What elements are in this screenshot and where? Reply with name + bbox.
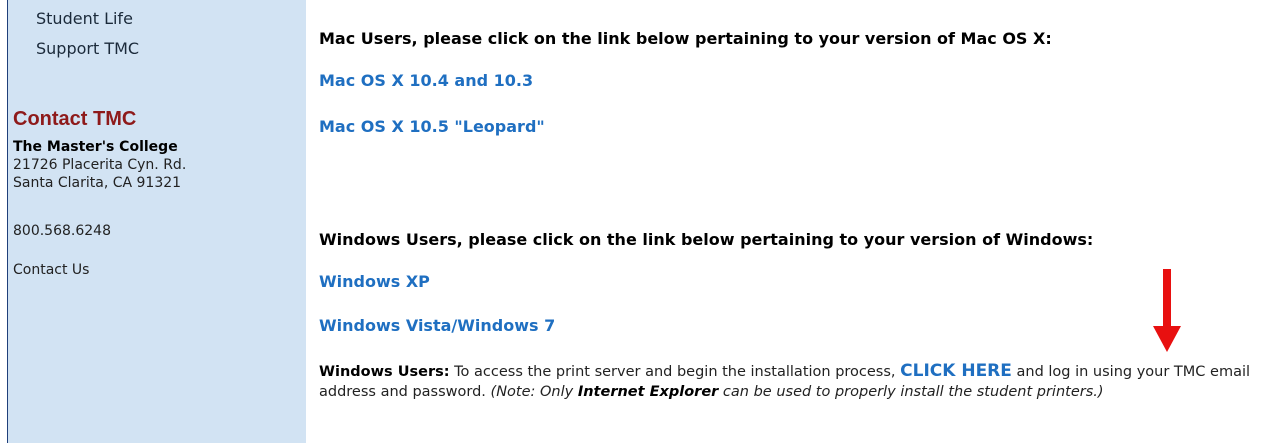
windows-xp-link[interactable]: Windows XP xyxy=(319,272,430,291)
windows-vista-7-link[interactable]: Windows Vista/Windows 7 xyxy=(319,316,555,335)
address-line-1: 21726 Placerita Cyn. Rd. xyxy=(13,157,187,173)
note-after: can be used to properly install the stud… xyxy=(718,384,1104,400)
main-content: Mac Users, please click on the link belo… xyxy=(306,0,1279,443)
note-before: (Note: Only xyxy=(490,384,578,400)
address-line-2: Santa Clarita, CA 91321 xyxy=(13,175,182,191)
mac-users-heading: Mac Users, please click on the link belo… xyxy=(319,29,1052,48)
note-emphasis: Internet Explorer xyxy=(577,384,719,400)
organization-name: The Master's College xyxy=(13,139,178,155)
install-lead: Windows Users: xyxy=(319,364,450,380)
install-note: (Note: Only Internet Explorer can be use… xyxy=(491,384,1104,400)
install-text-before: To access the print server and begin the… xyxy=(449,364,901,380)
windows-users-heading: Windows Users, please click on the link … xyxy=(319,230,1094,249)
sidebar-item-support-tmc[interactable]: Support TMC xyxy=(36,39,139,58)
click-here-link[interactable]: CLICK HERE xyxy=(900,361,1012,381)
sidebar: Student Life Support TMC Contact TMC The… xyxy=(8,0,307,443)
page-left-border xyxy=(0,0,8,443)
mac-os-x-10-5-link[interactable]: Mac OS X 10.5 "Leopard" xyxy=(319,117,545,136)
install-instructions: Windows Users: To access the print serve… xyxy=(319,361,1269,402)
red-down-arrow-icon xyxy=(1153,269,1181,354)
phone-number: 800.568.6248 xyxy=(13,223,111,239)
mac-os-x-10-4-link[interactable]: Mac OS X 10.4 and 10.3 xyxy=(319,71,533,90)
contact-title: Contact TMC xyxy=(13,108,137,130)
contact-us-link[interactable]: Contact Us xyxy=(13,262,89,278)
sidebar-item-student-life[interactable]: Student Life xyxy=(36,9,133,28)
